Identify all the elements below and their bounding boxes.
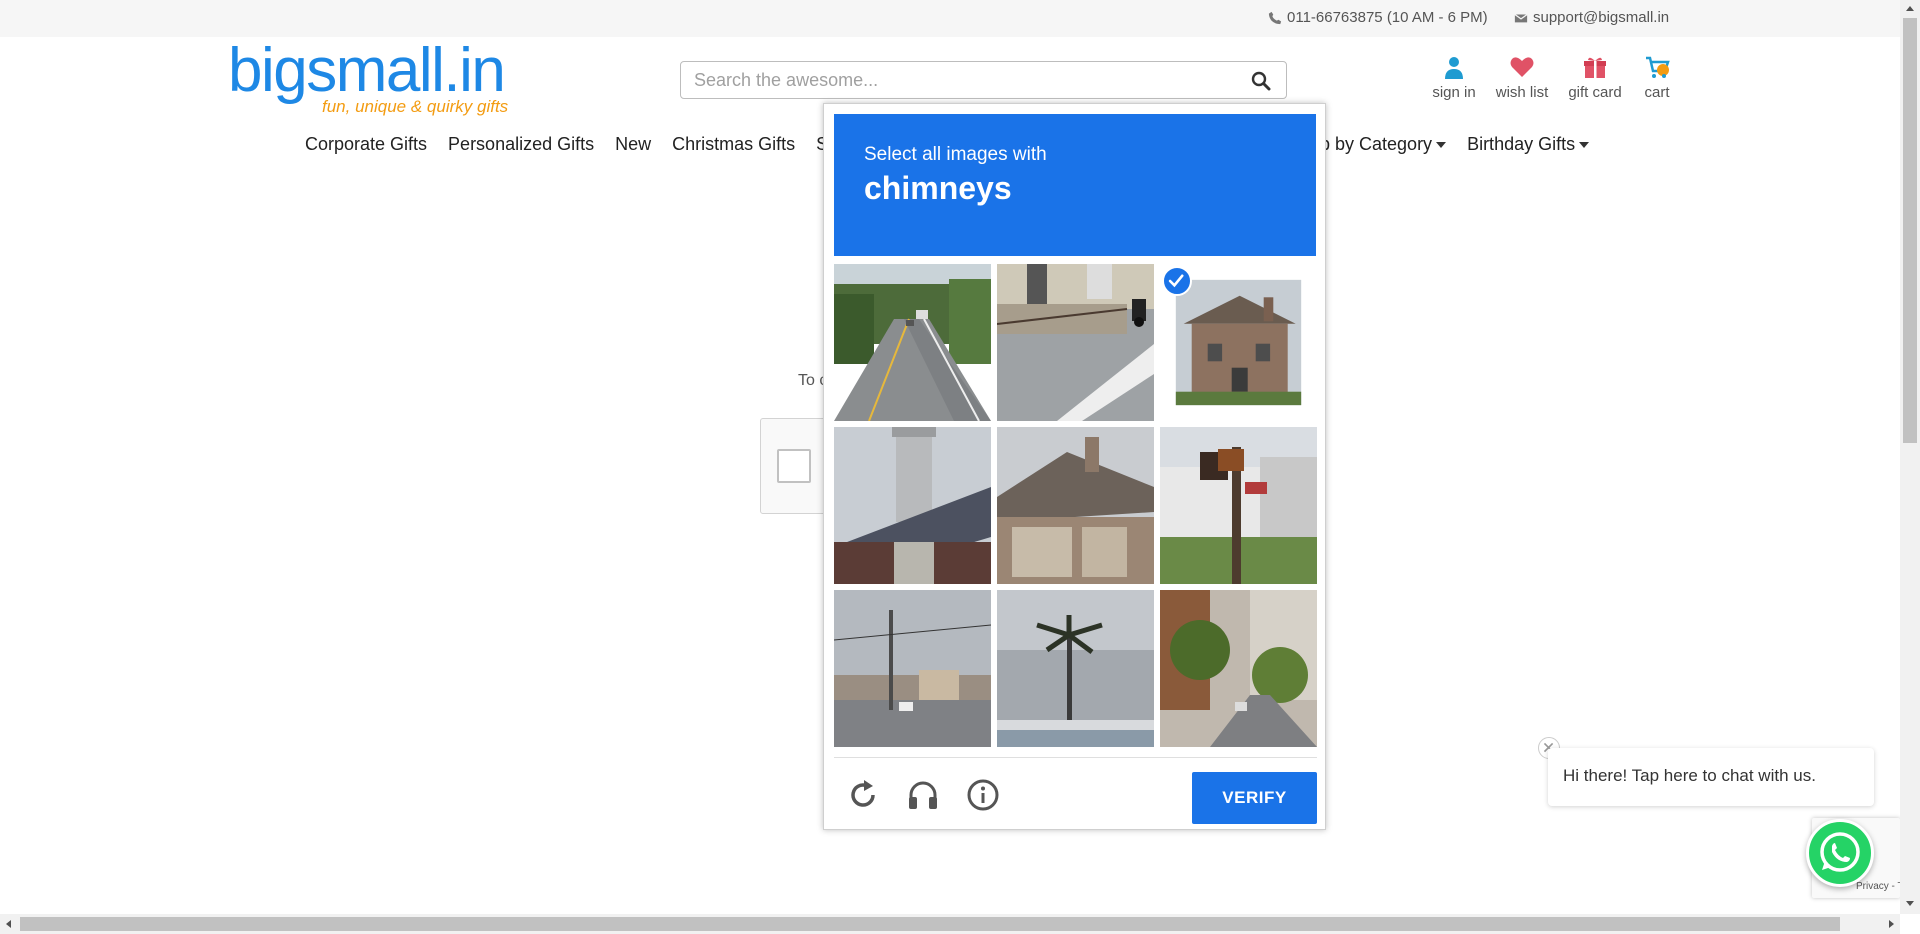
scroll-up-arrow-icon[interactable]: [1906, 6, 1914, 11]
reload-icon[interactable]: [846, 778, 880, 812]
main-nav-right: p by Category Birthday Gifts: [1320, 134, 1610, 155]
recaptcha-checkbox[interactable]: [777, 449, 811, 483]
envelope-icon: [1514, 13, 1528, 22]
traffic-light-image: [1160, 427, 1317, 584]
check-icon: [1162, 266, 1192, 296]
verify-button[interactable]: VERIFY: [1192, 772, 1317, 824]
chat-prompt-bubble[interactable]: Hi there! Tap here to chat with us.: [1548, 748, 1874, 806]
gift-card-link[interactable]: gift card: [1567, 54, 1623, 101]
chevron-down-icon: [1579, 141, 1590, 148]
scroll-left-arrow-icon[interactable]: [6, 920, 11, 928]
captcha-tile[interactable]: [834, 590, 991, 747]
main-nav-left: Corporate Gifts Personalized Gifts New C…: [305, 134, 859, 155]
recaptcha-checkbox-widget: [760, 418, 830, 514]
vertical-scroll-thumb[interactable]: [1903, 18, 1917, 443]
wish-list-link[interactable]: wish list: [1494, 54, 1550, 101]
chat-message: Hi there! Tap here to chat with us.: [1563, 766, 1816, 785]
captcha-tile[interactable]: [834, 264, 991, 421]
nav-shop-by-category[interactable]: p by Category: [1320, 134, 1447, 155]
search-input[interactable]: [681, 62, 1221, 98]
cart-label: cart: [1644, 84, 1670, 101]
captcha-challenge-dialog: Select all images with chimneys VERIFY: [823, 103, 1326, 830]
logo-tagline: fun, unique & quirky gifts: [322, 97, 509, 116]
captcha-tile[interactable]: [997, 427, 1154, 584]
heart-icon: [1510, 57, 1534, 77]
sign-in-link[interactable]: sign in: [1432, 54, 1476, 101]
top-contact-bar: 011-66763875 (10 AM - 6 PM) support@bigs…: [0, 0, 1900, 37]
palm-tree-image: [997, 590, 1154, 747]
nav-shop-by-category-label: p by Category: [1320, 134, 1433, 154]
nav-christmas-gifts[interactable]: Christmas Gifts: [672, 134, 795, 155]
wish-list-label: wish list: [1495, 84, 1549, 101]
nav-personalized-gifts[interactable]: Personalized Gifts: [448, 134, 594, 155]
vertical-scrollbar[interactable]: [1900, 0, 1920, 914]
captcha-tile-selected[interactable]: [1160, 264, 1317, 421]
nav-corporate-gifts[interactable]: Corporate Gifts: [305, 134, 427, 155]
cart-icon: [1646, 56, 1670, 78]
horizontal-scroll-thumb[interactable]: [20, 917, 1840, 931]
info-icon[interactable]: [966, 778, 1000, 812]
captcha-tile[interactable]: [834, 427, 991, 584]
nav-birthday-gifts[interactable]: Birthday Gifts: [1467, 134, 1590, 155]
captcha-target: chimneys: [864, 170, 1012, 206]
search-icon[interactable]: [1250, 70, 1272, 92]
cart-link[interactable]: cart: [1643, 54, 1671, 101]
whatsapp-icon: [1820, 832, 1860, 872]
captcha-image-grid: [834, 264, 1317, 747]
chevron-down-icon: [1436, 141, 1447, 148]
captcha-tile[interactable]: [997, 590, 1154, 747]
street-intersection-image: [834, 590, 991, 747]
sign-in-label: sign in: [1432, 84, 1476, 101]
search-bar: [680, 61, 1287, 99]
nav-birthday-gifts-label: Birthday Gifts: [1467, 134, 1576, 154]
city-street-image: [1160, 590, 1317, 747]
user-icon: [1445, 57, 1463, 79]
logo-wordmark: bigsmall.in: [228, 36, 506, 105]
nav-new[interactable]: New: [615, 134, 651, 155]
gift-card-label: gift card: [1568, 84, 1622, 101]
captcha-header: Select all images with chimneys: [834, 114, 1316, 256]
captcha-tile[interactable]: [1160, 427, 1317, 584]
street-motorbike-image: [997, 264, 1154, 421]
phone-contact[interactable]: 011-66763875 (10 AM - 6 PM): [1268, 9, 1488, 26]
captcha-tile[interactable]: [1160, 590, 1317, 747]
email-contact[interactable]: support@bigsmall.in: [1514, 9, 1669, 26]
email-text: support@bigsmall.in: [1533, 9, 1670, 26]
captcha-tile[interactable]: [997, 264, 1154, 421]
captcha-footer: VERIFY: [834, 757, 1317, 824]
house-chimney-image: [1175, 279, 1302, 406]
scroll-down-arrow-icon[interactable]: [1906, 901, 1914, 906]
headphones-icon[interactable]: [906, 778, 940, 812]
site-logo[interactable]: bigsmall.in fun, unique & quirky gifts: [228, 40, 538, 120]
gift-icon: [1584, 57, 1606, 78]
house-garage-image: [997, 427, 1154, 584]
horizontal-scrollbar[interactable]: [0, 914, 1900, 934]
captcha-instruction: Select all images with: [864, 144, 1047, 165]
whatsapp-button[interactable]: [1806, 819, 1874, 887]
phone-text: 011-66763875 (10 AM - 6 PM): [1287, 9, 1488, 26]
scroll-right-arrow-icon[interactable]: [1889, 920, 1894, 928]
road-forest-image: [834, 264, 991, 421]
phone-icon: [1268, 11, 1282, 24]
roof-chimney-image: [834, 427, 991, 584]
